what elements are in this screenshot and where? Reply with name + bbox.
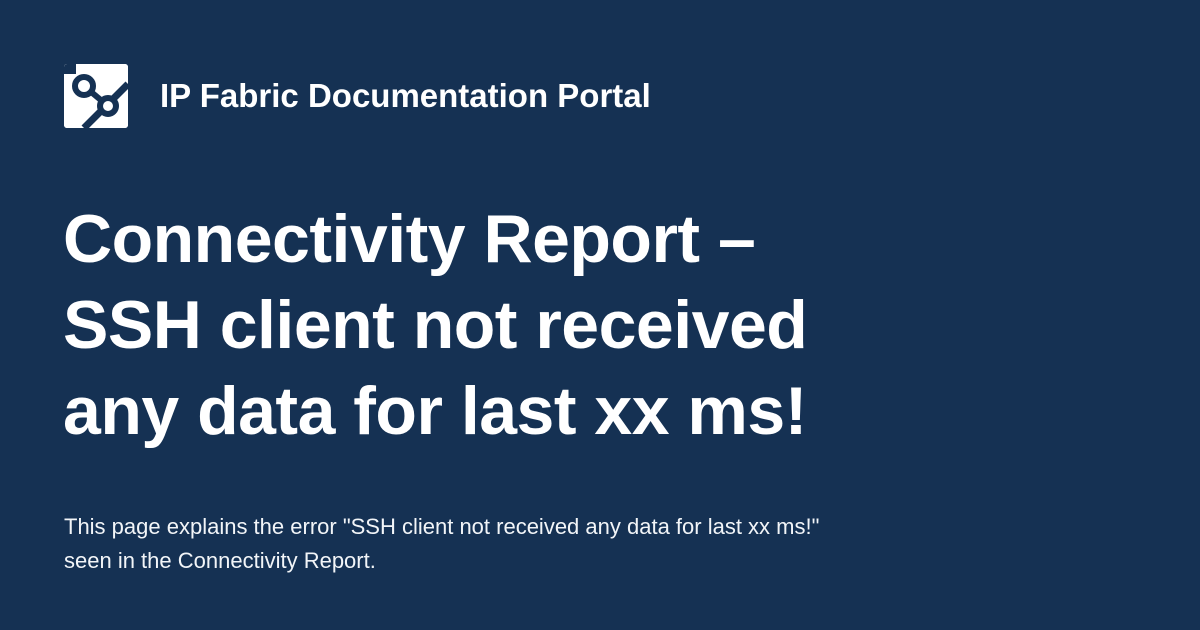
ip-fabric-logo-icon (64, 64, 128, 128)
social-preview-card: IP Fabric Documentation Portal Connectiv… (0, 0, 1200, 630)
page-title: Connectivity Report – SSH client not rec… (63, 201, 808, 449)
site-name: IP Fabric Documentation Portal (160, 77, 651, 114)
logo-graphic (64, 64, 128, 128)
page-description: This page explains the error "SSH client… (64, 514, 820, 573)
